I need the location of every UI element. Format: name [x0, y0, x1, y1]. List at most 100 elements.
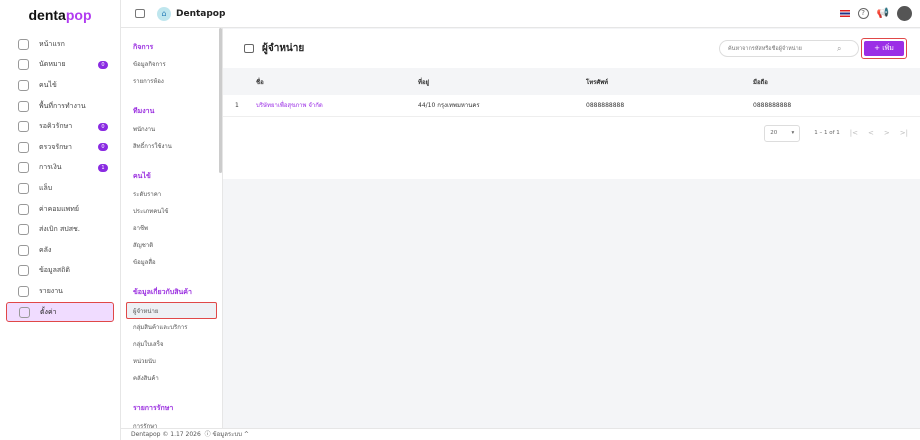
- submenu-item[interactable]: คลังสินค้า: [121, 370, 222, 387]
- report-icon: [18, 285, 29, 297]
- sidebar-nav: หน้าแรกนัดหมาย 0 คนไข้พื้นที่การทำงานรอคิว…: [0, 34, 120, 323]
- tools-icon: [18, 141, 29, 153]
- sidebar-item-label: แล็บ: [39, 183, 53, 192]
- settings-submenu: กิจการข้อมูลกิจการ รายการห้องทีมงานพนักงา…: [121, 28, 223, 428]
- submenu-group-title: คนไข้: [133, 172, 151, 180]
- money-icon: [18, 162, 29, 174]
- submenu-item[interactable]: ข้อมูลกิจการ: [121, 56, 222, 73]
- sidebar-item-6[interactable]: การเงิน 1: [6, 158, 114, 179]
- sidebar: denta pop หน้าแรกนัดหมาย 0 คนไข้พื้นที่การท…: [0, 0, 121, 440]
- sidebar-item-3[interactable]: พื้นที่การทำงาน: [6, 96, 114, 117]
- sidebar-item-label: คนไข้: [39, 80, 57, 89]
- count-badge: 1: [98, 163, 108, 172]
- col-address: ที่อยู่: [418, 68, 586, 95]
- submenu-item[interactable]: ประเภทคนไข้: [121, 203, 222, 220]
- submenu-group-title: ทีมงาน: [133, 107, 155, 115]
- sidebar-item-label: ข้อมูลสถิติ: [39, 266, 70, 275]
- next-page-icon[interactable]: >: [884, 129, 890, 137]
- supplier-table: ชื่อ ที่อยู่ โทรศัพท์ มือถือ 1 บริษัทยาเ…: [223, 68, 920, 117]
- search-icon[interactable]: ⌕: [837, 44, 841, 54]
- submenu-item[interactable]: กลุ่มสินค้าและบริการ: [121, 319, 222, 336]
- help-icon[interactable]: ?: [857, 8, 869, 19]
- sidebar-item-1[interactable]: นัดหมาย 0: [6, 55, 114, 76]
- submenu-group-title: กิจการ: [133, 43, 154, 51]
- sidebar-item-2[interactable]: คนไข้: [6, 75, 114, 96]
- submenu-item[interactable]: ระดับราคา: [121, 186, 222, 203]
- submenu-item[interactable]: รายการห้อง: [121, 73, 222, 90]
- user-icon: [18, 79, 29, 91]
- scrollbar[interactable]: [219, 28, 222, 173]
- submenu-item[interactable]: ผู้จำหน่าย: [126, 302, 217, 319]
- sidebar-item-13[interactable]: ตั้งค่า: [6, 301, 114, 323]
- submenu-item[interactable]: การรักษา: [121, 418, 222, 428]
- page-title: ผู้จำหน่าย: [262, 43, 305, 54]
- dental-chair-icon: [18, 121, 29, 133]
- footer: Dentapop © 1.17 2026 ⓘ ข้อมูลระบบ ^: [121, 428, 920, 440]
- cloud-icon: [18, 224, 29, 236]
- submenu-item[interactable]: อาชีพ: [121, 220, 222, 237]
- panel-icon: [244, 44, 254, 53]
- pagination: 20 ▾ 1 – 1 of 1 |< < > >|: [223, 124, 920, 142]
- sidebar-item-label: ค่าคอมแพทย์: [39, 204, 79, 213]
- sidebar-item-label: ตั้งค่า: [40, 307, 57, 316]
- sidebar-item-label: ตรวจรักษา: [39, 142, 72, 151]
- count-badge: 0: [98, 122, 108, 131]
- sidebar-item-label: รายงาน: [39, 286, 63, 295]
- gear-icon: [19, 306, 30, 318]
- main-panel: ผู้จำหน่าย ⌕ + เพิ่ม ชื่อ ที่อยู่ โทรศัพ…: [223, 29, 920, 179]
- first-page-icon[interactable]: |<: [850, 129, 858, 137]
- workspace-icon: [18, 100, 29, 112]
- submenu-group-title: ข้อมูลเกี่ยวกับสินค้า: [133, 288, 192, 296]
- avatar[interactable]: [897, 6, 912, 21]
- col-name: ชื่อ: [256, 68, 418, 95]
- col-phone: โทรศัพท์: [586, 68, 753, 95]
- top-bar: ⌂ Dentapop ? 📢: [121, 0, 920, 28]
- sidebar-item-label: การเงิน: [39, 163, 62, 172]
- last-page-icon[interactable]: >|: [900, 129, 908, 137]
- submenu-item[interactable]: หน่วยนับ: [121, 353, 222, 370]
- page-range: 1 – 1 of 1: [814, 130, 840, 136]
- stats-icon: [18, 265, 29, 277]
- home-icon: [18, 38, 29, 50]
- sidebar-item-7[interactable]: แล็บ: [6, 178, 114, 199]
- sidebar-item-9[interactable]: ส่งเบิก สปสช.: [6, 219, 114, 240]
- submenu-item[interactable]: พนักงาน: [121, 121, 222, 138]
- sidebar-item-label: นัดหมาย: [39, 60, 66, 69]
- box-icon: [18, 244, 29, 256]
- chevron-down-icon: ▾: [791, 130, 795, 136]
- add-button[interactable]: + เพิ่ม: [864, 41, 904, 56]
- sidebar-item-label: คลัง: [39, 245, 52, 254]
- col-mobile: มือถือ: [753, 68, 920, 95]
- thai-flag-icon[interactable]: [839, 10, 850, 17]
- supplier-name-link[interactable]: บริษัทยาเพื่อสุขภาพ จำกัด: [256, 95, 418, 117]
- sidebar-item-label: หน้าแรก: [39, 39, 65, 48]
- submenu-item[interactable]: สิทธิ์การใช้งาน: [121, 138, 222, 155]
- sidebar-item-5[interactable]: ตรวจรักษา 0: [6, 137, 114, 158]
- table-row[interactable]: 1 บริษัทยาเพื่อสุขภาพ จำกัด 44/10 กรุงเท…: [223, 95, 920, 117]
- sidebar-item-label: รอคิวรักษา: [39, 122, 73, 131]
- page-size-select[interactable]: 20 ▾: [764, 124, 801, 142]
- submenu-item[interactable]: กลุ่มใบเสร็จ: [121, 336, 222, 353]
- sidebar-item-8[interactable]: ค่าคอมแพทย์: [6, 199, 114, 220]
- brand-name: Dentapop: [176, 8, 226, 19]
- count-badge: 0: [98, 60, 108, 69]
- clinic-home-icon[interactable]: ⌂: [157, 6, 171, 21]
- prev-page-icon[interactable]: <: [868, 129, 874, 137]
- submenu-item[interactable]: ข้อมูลสื่อ: [121, 254, 222, 271]
- system-info-link[interactable]: ⓘ ข้อมูลระบบ ^: [205, 431, 249, 438]
- sidebar-item-10[interactable]: คลัง: [6, 240, 114, 261]
- count-badge: 0: [98, 143, 108, 152]
- tooth-icon: [18, 182, 29, 194]
- calendar-icon: [18, 59, 29, 71]
- sidebar-item-0[interactable]: หน้าแรก: [6, 34, 114, 55]
- megaphone-icon[interactable]: 📢: [877, 8, 889, 19]
- logo[interactable]: denta pop: [0, 0, 120, 30]
- sidebar-item-4[interactable]: รอคิวรักษา 0: [6, 116, 114, 137]
- sidebar-toggle-icon[interactable]: [135, 9, 145, 18]
- sidebar-item-label: พื้นที่การทำงาน: [39, 101, 86, 110]
- submenu-group-title: รายการรักษา: [133, 404, 174, 412]
- sidebar-item-11[interactable]: ข้อมูลสถิติ: [6, 261, 114, 282]
- submenu-item[interactable]: สัญชาติ: [121, 237, 222, 254]
- sidebar-item-label: ส่งเบิก สปสช.: [39, 225, 80, 234]
- sidebar-item-12[interactable]: รายงาน: [6, 281, 114, 302]
